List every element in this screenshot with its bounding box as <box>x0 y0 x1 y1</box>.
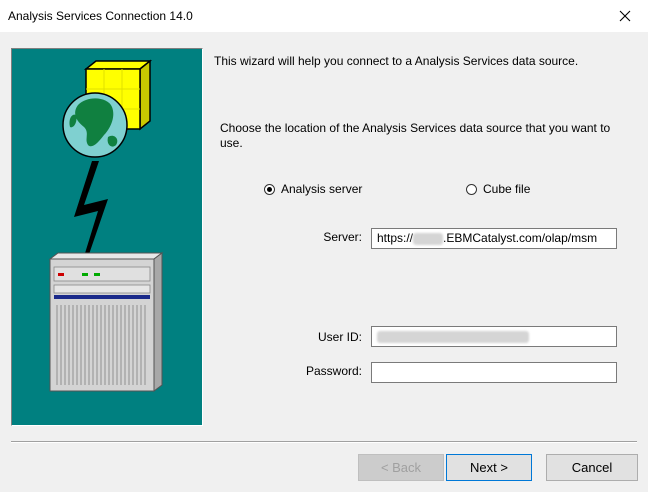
user-id-input[interactable] <box>371 326 617 347</box>
wizard-intro-text: This wizard will help you connect to a A… <box>214 54 579 68</box>
password-input[interactable] <box>371 362 617 383</box>
server-value-suffix: .EBMCatalyst.com/olap/msm <box>443 231 598 245</box>
redacted-text <box>377 330 529 343</box>
user-id-label: User ID: <box>317 330 362 344</box>
redacted-text <box>413 232 444 245</box>
close-button[interactable] <box>602 0 648 32</box>
cube-file-label: Cube file <box>483 182 531 196</box>
password-label: Password: <box>305 364 362 378</box>
server-label: Server: <box>323 230 362 244</box>
close-icon <box>619 10 631 22</box>
footer-separator <box>11 441 637 443</box>
analysis-server-radio[interactable]: Analysis server <box>264 182 362 196</box>
server-value-prefix: https:// <box>377 231 414 245</box>
server-tower-icon <box>48 252 164 392</box>
server-input[interactable]: https:// .EBMCatalyst.com/olap/msm <box>371 228 617 249</box>
wizard-illustration <box>11 48 203 426</box>
cancel-button[interactable]: Cancel <box>546 454 638 481</box>
cube-file-radio[interactable]: Cube file <box>466 182 530 196</box>
back-button[interactable]: < Back <box>358 454 444 481</box>
globe-icon <box>62 92 128 158</box>
analysis-server-label: Analysis server <box>281 182 363 196</box>
title-bar: Analysis Services Connection 14.0 <box>0 0 648 32</box>
radio-selected-icon <box>264 183 275 195</box>
server-connection-illustration <box>48 59 164 392</box>
lightning-bolt-icon <box>74 161 108 263</box>
window-title: Analysis Services Connection 14.0 <box>8 9 193 23</box>
radio-unselected-icon <box>466 183 477 195</box>
next-button[interactable]: Next > <box>446 454 532 481</box>
choose-location-text: Choose the location of the Analysis Serv… <box>220 121 611 150</box>
